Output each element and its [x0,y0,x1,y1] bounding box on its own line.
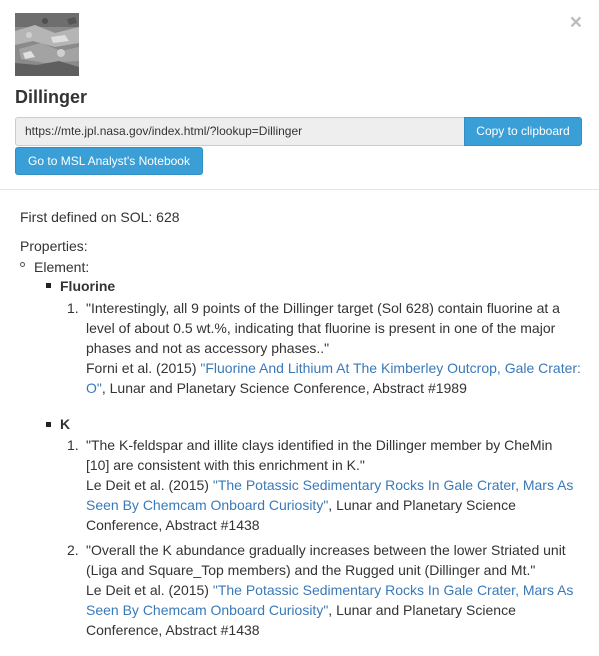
list-bullet-icon [46,283,51,288]
reference-link[interactable]: Seen By Chemcam Onboard Curiosity" [86,497,328,513]
reference-link[interactable]: "Fluorine And Lithium At The Kimberley O… [200,360,581,376]
copy-to-clipboard-button[interactable]: Copy to clipboard [464,117,582,146]
msl-notebook-button[interactable]: Go to MSL Analyst's Notebook [15,147,203,175]
quote-line: "Overall the K abundance gradually incre… [86,542,566,558]
close-icon[interactable]: × [570,12,582,33]
citation-authors: Le Deit et al. (2015) [86,582,213,598]
element-name-fluorine: Fluorine [60,278,116,294]
quote-line: "The K-feldspar and illite clays identif… [86,437,553,453]
first-defined-text: First defined on SOL: 628 [20,209,180,225]
entry-number: 2. [67,542,79,558]
quote-line: "Interestingly, all 9 points of the Dill… [86,300,560,316]
target-thumbnail [15,13,79,76]
citation-authors: Forni et al. (2015) [86,360,201,376]
url-copy-group: https://mte.jpl.nasa.gov/index.html/?loo… [15,117,582,146]
quote-line: level of about 0.5 wt.%, indicating that… [86,320,556,336]
reference-link[interactable]: "The Potassic Sedimentary Rocks In Gale … [213,477,574,493]
reference-link[interactable]: "The Potassic Sedimentary Rocks In Gale … [213,582,574,598]
quote-line: [10] are consistent with this enrichment… [86,457,365,473]
citation-line: Forni et al. (2015) "Fluorine And Lithiu… [86,358,581,378]
quote-line: phases and not as accessory phases.." [86,340,330,356]
citation-line: Seen By Chemcam Onboard Curiosity", Luna… [86,495,516,515]
properties-label: Properties: [20,238,88,254]
target-title: Dillinger [15,87,88,107]
list-bullet-icon [46,422,51,427]
modal-header: × Dillinger https://mte.jpl.nasa.gov/ind… [0,0,599,190]
citation-line: Le Deit et al. (2015) "The Potassic Sedi… [86,580,573,600]
citation-venue: , Lunar and Planetary Science Conference… [101,380,467,396]
permalink-field[interactable]: https://mte.jpl.nasa.gov/index.html/?loo… [15,117,464,146]
element-label: Element: [34,259,90,275]
citation-authors: Le Deit et al. (2015) [86,477,213,493]
list-bullet-icon [20,262,25,267]
reference-link[interactable]: O" [86,380,102,396]
element-name-k: K [60,416,71,432]
modal-body: First defined on SOL: 628 Properties: El… [0,190,599,656]
citation-line: Seen By Chemcam Onboard Curiosity", Luna… [86,600,516,620]
reference-link[interactable]: Seen By Chemcam Onboard Curiosity" [86,602,328,618]
quote-line: (Liga and Square_Top members) and the Ru… [86,562,536,578]
citation-line: O", Lunar and Planetary Science Conferen… [86,378,467,398]
entry-number: 1. [67,300,79,316]
citation-venue: Conference, Abstract #1438 [86,517,260,533]
citation-venue: Conference, Abstract #1438 [86,622,260,638]
citation-line: Le Deit et al. (2015) "The Potassic Sedi… [86,475,573,495]
entry-number: 1. [67,437,79,453]
citation-venue: , Lunar and Planetary Science [328,497,516,513]
citation-venue: , Lunar and Planetary Science [328,602,516,618]
